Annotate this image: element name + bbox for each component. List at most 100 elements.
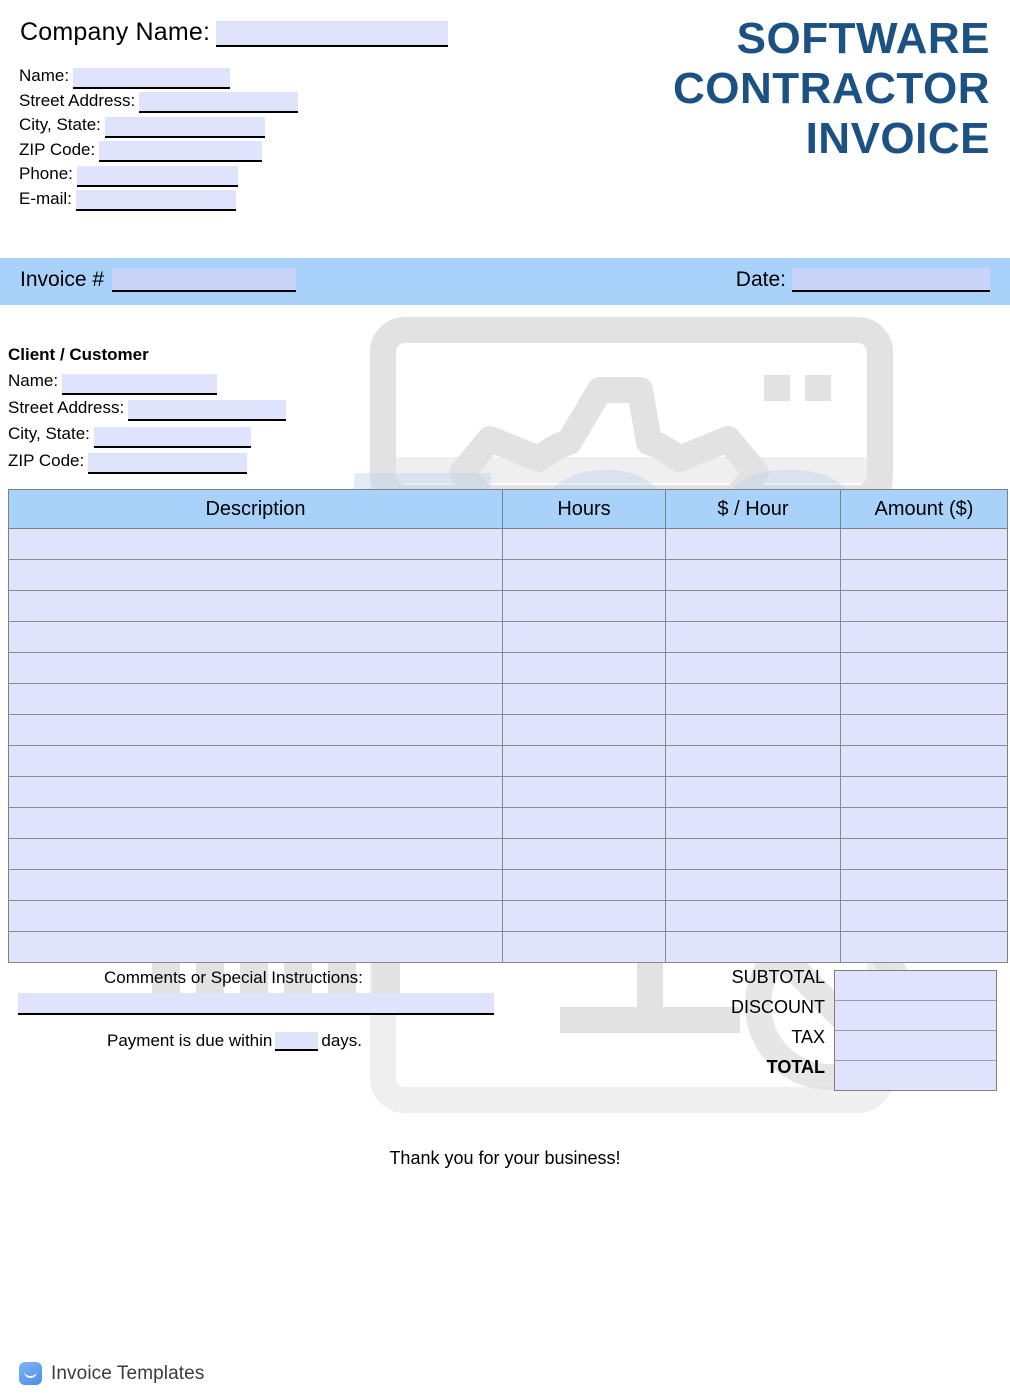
table-row [8, 900, 1008, 932]
company-name-field-input[interactable] [73, 67, 231, 89]
column-header-hours: Hours [502, 489, 666, 529]
cell-description[interactable] [8, 869, 503, 901]
cell-rate[interactable] [665, 528, 841, 560]
cell-hours[interactable] [502, 528, 666, 560]
client-street-input[interactable] [128, 400, 287, 421]
cell-rate[interactable] [665, 869, 841, 901]
cell-hours[interactable] [502, 714, 666, 746]
cell-hours[interactable] [502, 807, 666, 839]
cell-hours[interactable] [502, 590, 666, 622]
page-title-line-2: CONTRACTOR [672, 64, 990, 113]
cell-rate[interactable] [665, 590, 841, 622]
cell-amount[interactable] [840, 559, 1008, 591]
cell-rate[interactable] [665, 931, 841, 963]
table-row [8, 528, 1008, 560]
company-name-row: Company Name: [20, 18, 449, 47]
cell-description[interactable] [8, 931, 503, 963]
cell-amount[interactable] [840, 776, 1008, 808]
company-city-state-input[interactable] [104, 116, 265, 138]
totals-value-boxes [834, 970, 997, 1091]
cell-rate[interactable] [665, 745, 841, 777]
client-zip-input[interactable] [88, 453, 248, 474]
cell-amount[interactable] [840, 683, 1008, 715]
footer-brand-label: Invoice Templates [51, 1362, 205, 1384]
cell-description[interactable] [8, 776, 503, 808]
cell-rate[interactable] [665, 776, 841, 808]
cell-amount[interactable] [840, 900, 1008, 932]
cell-amount[interactable] [840, 869, 1008, 901]
client-city-state-input[interactable] [93, 426, 251, 448]
cell-hours[interactable] [502, 776, 666, 808]
cell-description[interactable] [8, 745, 503, 777]
total-input[interactable] [835, 1061, 996, 1090]
comments-input[interactable] [18, 993, 494, 1015]
cell-hours[interactable] [502, 652, 666, 684]
cell-amount[interactable] [840, 745, 1008, 777]
table-row [8, 807, 1008, 839]
company-name-input[interactable] [216, 21, 449, 47]
cell-hours[interactable] [502, 621, 666, 653]
payment-terms-prefix: Payment is due within [107, 1031, 273, 1050]
company-phone-input[interactable] [76, 165, 238, 187]
cell-hours[interactable] [502, 931, 666, 963]
company-zip-label: ZIP Code: [19, 139, 96, 159]
cell-rate[interactable] [665, 838, 841, 870]
client-name-input[interactable] [62, 373, 218, 395]
payment-days-input[interactable] [275, 1032, 319, 1051]
cell-amount[interactable] [840, 528, 1008, 560]
column-header-amount: Amount ($) [840, 489, 1008, 529]
cell-hours[interactable] [502, 838, 666, 870]
cell-amount[interactable] [840, 621, 1008, 653]
cell-description[interactable] [8, 714, 503, 746]
cell-amount[interactable] [840, 931, 1008, 963]
line-items-table: Description Hours $ / Hour Amount ($) [8, 489, 1008, 963]
company-field-email: E-mail: [19, 187, 298, 211]
cell-rate[interactable] [665, 559, 841, 591]
cell-rate[interactable] [665, 621, 841, 653]
table-row [8, 559, 1008, 591]
cell-description[interactable] [8, 807, 503, 839]
client-city-state-label: City, State: [8, 424, 90, 443]
client-field-zip: ZIP Code: [8, 448, 286, 474]
company-zip-input[interactable] [99, 141, 263, 162]
client-section-heading: Client / Customer [8, 345, 149, 364]
company-field-name: Name: [19, 64, 298, 89]
cell-description[interactable] [8, 838, 503, 870]
cell-rate[interactable] [665, 652, 841, 684]
company-field-zip: ZIP Code: [19, 138, 298, 162]
cell-rate[interactable] [665, 900, 841, 932]
company-phone-label: Phone: [19, 164, 73, 183]
cell-amount[interactable] [840, 807, 1008, 839]
cell-description[interactable] [8, 900, 503, 932]
cell-rate[interactable] [665, 714, 841, 746]
company-email-input[interactable] [75, 190, 236, 211]
tax-input[interactable] [835, 1031, 996, 1061]
cell-rate[interactable] [665, 683, 841, 715]
totals-label-total: TOTAL [766, 1057, 825, 1077]
cell-amount[interactable] [840, 652, 1008, 684]
cell-amount[interactable] [840, 590, 1008, 622]
cell-rate[interactable] [665, 807, 841, 839]
table-row [8, 869, 1008, 901]
cell-amount[interactable] [840, 714, 1008, 746]
invoice-date-input[interactable] [792, 268, 990, 292]
cell-description[interactable] [8, 621, 503, 653]
cell-hours[interactable] [502, 900, 666, 932]
cell-description[interactable] [8, 652, 503, 684]
cell-description[interactable] [8, 528, 503, 560]
footer-brand[interactable]: Invoice Templates [19, 1362, 204, 1385]
page-title-line-3: INVOICE [805, 114, 990, 163]
invoice-number-input[interactable] [112, 268, 297, 292]
cell-description[interactable] [8, 559, 503, 591]
cell-hours[interactable] [502, 683, 666, 715]
company-street-input[interactable] [139, 92, 299, 113]
subtotal-input[interactable] [835, 971, 996, 1001]
cell-hours[interactable] [502, 559, 666, 591]
discount-input[interactable] [835, 1001, 996, 1031]
cell-hours[interactable] [502, 869, 666, 901]
company-city-state-label: City, State: [19, 115, 101, 134]
cell-description[interactable] [8, 683, 503, 715]
cell-hours[interactable] [502, 745, 666, 777]
cell-amount[interactable] [840, 838, 1008, 870]
cell-description[interactable] [8, 590, 503, 622]
